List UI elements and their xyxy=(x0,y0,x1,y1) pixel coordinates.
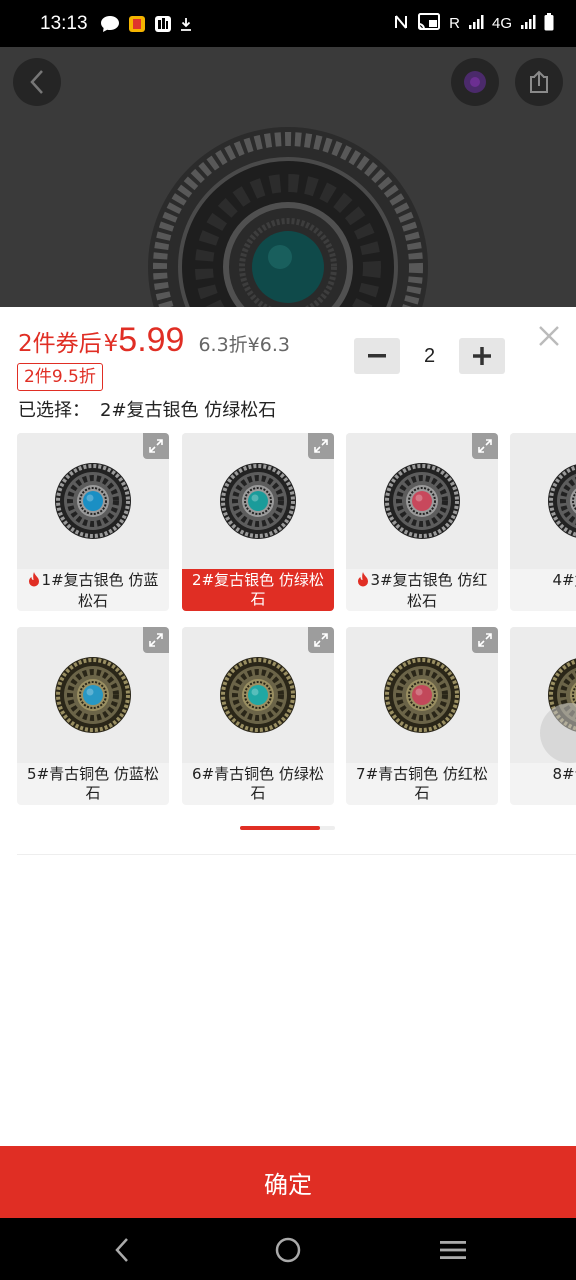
price-prefix: 2件券后 xyxy=(18,331,102,357)
variant-label: 7#青古铜色 仿红松石 xyxy=(346,763,498,805)
close-button[interactable] xyxy=(534,321,564,351)
status-bar: 13:13 R 4G xyxy=(0,0,576,47)
roaming-indicator: R xyxy=(449,15,460,32)
expand-icon[interactable] xyxy=(143,627,169,653)
back-arrow-icon xyxy=(30,70,43,94)
variant-label: 4#复古银 xyxy=(510,569,576,611)
variant-label: 5#青古铜色 仿蓝松石 xyxy=(17,763,169,805)
hot-flame-icon xyxy=(28,572,40,592)
expand-icon[interactable] xyxy=(308,627,334,653)
variant-label: 8#青古铜 xyxy=(510,763,576,805)
price-currency: ¥ xyxy=(103,331,119,357)
plus-icon xyxy=(473,347,491,365)
price-amount: 5.99 xyxy=(118,321,185,359)
variant-label: 6#青古铜色 仿绿松石 xyxy=(182,763,334,805)
chat-notification-icon xyxy=(100,15,120,33)
product-hero-image xyxy=(0,47,576,307)
nav-menu-icon xyxy=(440,1241,466,1259)
variant-label-text: 1#复古银色 仿蓝松石 xyxy=(41,571,159,610)
variant-label-text: 3#复古银色 仿红松石 xyxy=(370,571,488,610)
close-icon xyxy=(539,326,559,346)
nav-home-icon xyxy=(275,1237,301,1263)
variant-label-text: 2#复古银色 仿绿松石 xyxy=(192,571,324,608)
nav-back-icon xyxy=(115,1238,128,1262)
variant-option[interactable]: 5#青古铜色 仿蓝松石 xyxy=(17,627,169,805)
variant-label-text: 6#青古铜色 仿绿松石 xyxy=(192,765,324,802)
variant-option[interactable]: 3#复古银色 仿红松石 xyxy=(346,433,498,611)
quantity-stepper: 2 xyxy=(354,338,505,374)
variant-label-text: 7#青古铜色 仿红松石 xyxy=(356,765,488,802)
quantity-value[interactable]: 2 xyxy=(400,345,459,368)
battery-icon xyxy=(544,12,554,35)
variant-label: 1#复古银色 仿蓝松石 xyxy=(17,569,169,611)
quantity-increase-button[interactable] xyxy=(459,338,505,374)
signal-icon-2 xyxy=(520,14,536,34)
variant-option[interactable]: 1#复古银色 仿蓝松石 xyxy=(17,433,169,611)
app-notification-icon xyxy=(128,15,146,33)
share-icon xyxy=(530,70,548,93)
minus-icon xyxy=(368,354,386,358)
expand-icon[interactable] xyxy=(472,627,498,653)
scroll-indicator-thumb xyxy=(240,826,320,830)
original-price: 6.3折¥6.3 xyxy=(198,334,290,356)
cast-icon xyxy=(417,12,441,36)
network-type: 4G xyxy=(491,15,512,32)
expand-icon[interactable] xyxy=(143,433,169,459)
variant-grid: 1#复古银色 仿蓝松石 2#复古银色 仿绿松石 3#复古银色 仿红松石 4#复古银 5#… xyxy=(0,433,576,813)
selected-label: 已选择： xyxy=(18,400,90,421)
selected-variant-row: 已选择： 2#复古银色 仿绿松石 xyxy=(18,396,276,422)
coupon-tag: 2件9.5折 xyxy=(17,363,103,391)
nav-back-button[interactable] xyxy=(107,1235,137,1265)
download-icon xyxy=(180,17,192,31)
variant-option[interactable]: 2#复古银色 仿绿松石 xyxy=(182,433,334,611)
confirm-button[interactable]: 确定 xyxy=(0,1146,576,1218)
variant-option[interactable]: 6#青古铜色 仿绿松石 xyxy=(182,627,334,805)
nav-home-button[interactable] xyxy=(273,1235,303,1265)
variant-label-text: 5#青古铜色 仿蓝松石 xyxy=(27,765,159,802)
system-nav-bar xyxy=(0,1218,576,1280)
expand-icon[interactable] xyxy=(308,433,334,459)
store-avatar[interactable] xyxy=(451,58,499,106)
photo-notification-icon xyxy=(154,15,172,33)
sku-selector-sheet: 2件券后 ¥ 5.99 6.3折¥6.3 2件9.5折 2 已选择： 2#复古银色… xyxy=(0,307,576,1218)
back-button[interactable] xyxy=(13,58,61,106)
variant-label-text: 4#复古银 xyxy=(552,571,576,589)
signal-icon xyxy=(468,14,484,34)
variant-label: 3#复古银色 仿红松石 xyxy=(346,569,498,611)
variant-option[interactable]: 7#青古铜色 仿红松石 xyxy=(346,627,498,805)
variant-label-text: 8#青古铜 xyxy=(552,765,576,783)
selected-value: 2#复古银色 仿绿松石 xyxy=(100,400,277,421)
nav-menu-button[interactable] xyxy=(438,1235,468,1265)
nfc-icon xyxy=(393,13,409,35)
store-logo-icon xyxy=(464,71,486,93)
status-time: 13:13 xyxy=(40,12,88,34)
divider xyxy=(17,854,576,855)
quantity-decrease-button[interactable] xyxy=(354,338,400,374)
variant-option[interactable]: 4#复古银 xyxy=(510,433,576,611)
price-row: 2件券后 ¥ 5.99 6.3折¥6.3 xyxy=(18,321,290,360)
share-button[interactable] xyxy=(515,58,563,106)
hot-flame-icon xyxy=(357,572,369,592)
variant-thumbnail xyxy=(510,433,576,569)
expand-icon[interactable] xyxy=(472,433,498,459)
variant-label: 2#复古银色 仿绿松石 xyxy=(182,569,334,611)
